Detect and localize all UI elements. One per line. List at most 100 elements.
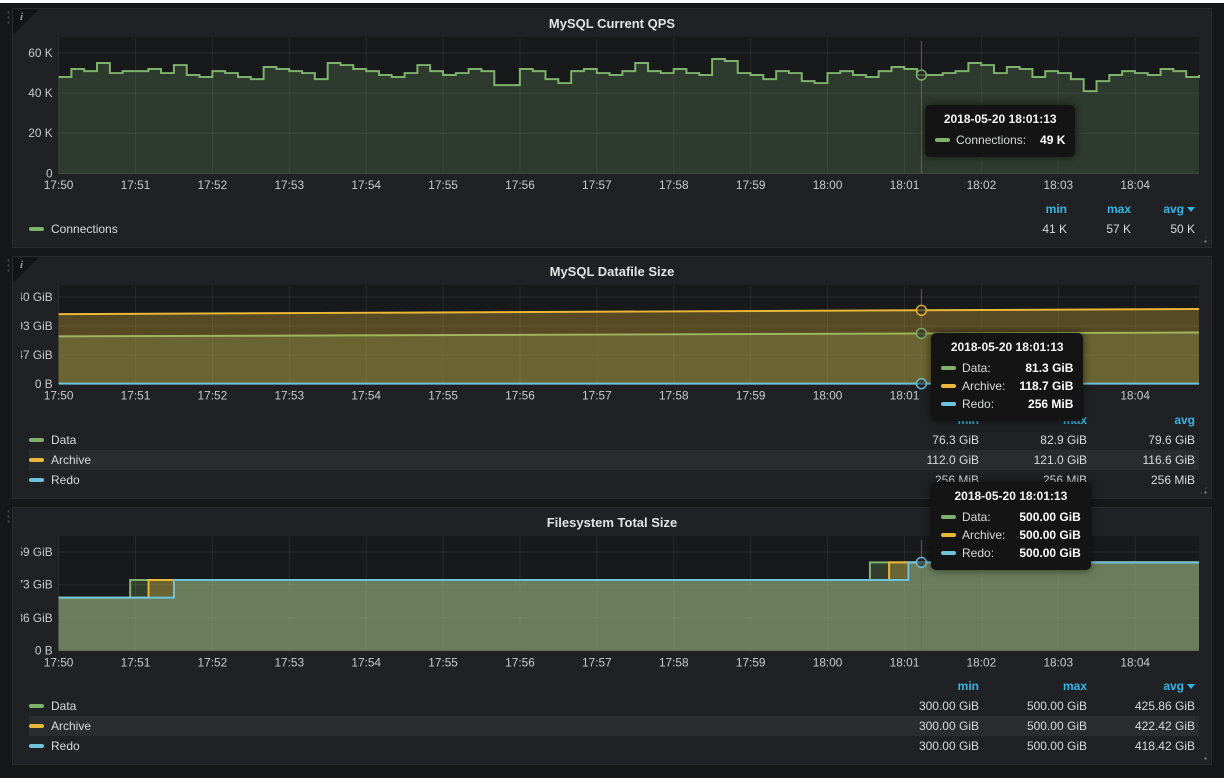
panel-title[interactable]: MySQL Current QPS	[21, 13, 1203, 37]
grafana-dashboard: ⋮ i MySQL Current QPS 17:5017:5117:5217:…	[0, 3, 1224, 778]
x-tick-label: 17:51	[121, 655, 151, 669]
chart-plot[interactable]: 17:5017:5117:5217:5317:5417:5517:5617:57…	[21, 37, 1203, 195]
legend-row: Data76.3 GiB82.9 GiB79.6 GiB	[29, 430, 1199, 450]
x-tick-label: 17:56	[505, 655, 535, 669]
legend-stat-avg: 425.86 GiB	[1091, 699, 1199, 713]
x-tick-label: 17:57	[582, 389, 612, 403]
legend-stat-min: 256 MiB	[875, 473, 983, 487]
legend-row: Archive 300.00 GiB500.00 GiB422.42 GiB	[29, 716, 1199, 736]
x-tick-label: 17:52	[198, 178, 228, 192]
x-tick-label: 17:59	[736, 178, 766, 192]
legend-item-label: Connections	[51, 222, 118, 236]
chart-plot[interactable]: 17:5017:5117:5217:5317:5417:5517:5617:57…	[21, 536, 1203, 672]
x-tick-label: 18:04	[1120, 178, 1150, 192]
y-tick-label: 60 K	[28, 46, 52, 60]
legend-sort-header-min[interactable]: min	[1007, 202, 1071, 216]
legend-stats-header: minmaxavg	[29, 199, 1199, 219]
y-tick-label: 20 K	[28, 126, 52, 140]
panel-mysql-datafile-size: ⋮ i MySQL Datafile Size 17:5017:5117:521…	[12, 256, 1212, 499]
legend-item-label: Data	[51, 433, 76, 447]
legend-color-swatch-icon	[29, 724, 44, 728]
chart-plot[interactable]: 17:5017:5117:5217:5317:5417:5517:5617:57…	[21, 285, 1203, 406]
x-tick-label: 17:52	[198, 655, 228, 669]
legend-stat-max: 500.00 GiB	[983, 719, 1091, 733]
panel-drag-handle-icon[interactable]: ⋮	[1, 13, 11, 22]
x-tick-label: 18:02	[967, 655, 997, 669]
x-tick-label: 17:55	[428, 178, 458, 192]
x-tick-label: 17:54	[351, 178, 381, 192]
legend-stat-min: 300.00 GiB	[875, 719, 983, 733]
y-tick-label: 373 GiB	[21, 577, 53, 591]
filesystem-legend: minmaxavg Data300.00 GiB500.00 GiB425.86 …	[21, 674, 1203, 760]
y-tick-label: 140 GiB	[21, 290, 53, 304]
panel-info-icon[interactable]: i	[13, 9, 39, 35]
y-tick-label: 186 GiB	[21, 610, 53, 624]
legend-item-archive[interactable]: Archive	[29, 453, 875, 467]
x-tick-label: 17:53	[274, 178, 304, 192]
panel-filesystem-total-size: ⋮ Filesystem Total Size 17:5017:5117:521…	[12, 507, 1212, 765]
legend-sort-header-avg[interactable]: avg	[1091, 679, 1199, 693]
legend-stats-header: minmaxavg	[29, 410, 1199, 430]
y-tick-label: 47 GiB	[21, 348, 53, 362]
legend-stat-max: 256 MiB	[983, 473, 1091, 487]
filesystem-chart[interactable]: 17:5017:5117:5217:5317:5417:5517:5617:57…	[21, 536, 1203, 672]
legend-item-redo[interactable]: Redo	[29, 473, 875, 487]
legend-sort-header-avg[interactable]: avg	[1091, 413, 1199, 427]
legend-sort-header-max[interactable]: max	[1071, 202, 1135, 216]
legend-sort-header-max[interactable]: max	[983, 679, 1091, 693]
y-tick-label: 559 GiB	[21, 545, 53, 559]
x-tick-label: 17:53	[274, 655, 304, 669]
x-tick-label: 17:52	[198, 389, 228, 403]
x-tick-label: 18:00	[813, 178, 843, 192]
x-tick-label: 18:00	[813, 655, 843, 669]
x-tick-label: 17:55	[428, 389, 458, 403]
legend-stat-avg: 50 K	[1135, 222, 1199, 236]
legend-item-data[interactable]: Data	[29, 699, 875, 713]
legend-item-label: Archive	[51, 719, 91, 733]
legend-row: Connections41 K57 K50 K	[29, 219, 1199, 239]
legend-color-swatch-icon	[29, 704, 44, 708]
panel-title[interactable]: MySQL Datafile Size	[21, 261, 1203, 285]
x-tick-label: 17:51	[121, 389, 151, 403]
x-tick-label: 17:56	[505, 178, 535, 192]
legend-sort-header-max[interactable]: max	[983, 413, 1091, 427]
legend-item-label: Redo	[51, 473, 80, 487]
legend-row: Redo300.00 GiB500.00 GiB418.42 GiB	[29, 736, 1199, 756]
qps-legend: minmaxavgConnections41 K57 K50 K	[21, 197, 1203, 243]
legend-stat-avg: 418.42 GiB	[1091, 739, 1199, 753]
legend-sort-header-avg[interactable]: avg	[1135, 202, 1199, 216]
datafile-legend: minmaxavgData76.3 GiB82.9 GiB79.6 GiBArc…	[21, 408, 1203, 494]
sort-caret-icon	[1187, 684, 1195, 689]
legend-color-swatch-icon	[29, 478, 44, 482]
legend-item-data[interactable]: Data	[29, 433, 875, 447]
x-tick-label: 18:01	[890, 389, 920, 403]
panel-title[interactable]: Filesystem Total Size	[21, 512, 1203, 536]
datafile-chart[interactable]: 17:5017:5117:5217:5317:5417:5517:5617:57…	[21, 285, 1203, 406]
x-tick-label: 17:51	[121, 178, 151, 192]
legend-item-connections[interactable]: Connections	[29, 222, 1007, 236]
y-tick-label: 0 B	[35, 643, 53, 657]
legend-item-redo[interactable]: Redo	[29, 739, 875, 753]
legend-row: Redo256 MiB256 MiB256 MiB	[29, 470, 1199, 490]
legend-sort-header-min[interactable]: min	[875, 413, 983, 427]
x-tick-label: 17:56	[505, 389, 535, 403]
x-tick-label: 18:03	[1043, 389, 1073, 403]
panel-info-icon[interactable]: i	[13, 257, 39, 283]
panel-drag-handle-icon[interactable]: ⋮	[1, 261, 11, 270]
x-tick-label: 17:57	[582, 655, 612, 669]
x-tick-label: 17:57	[582, 178, 612, 192]
legend-color-swatch-icon	[29, 438, 44, 442]
legend-stat-avg: 79.6 GiB	[1091, 433, 1199, 447]
legend-item-archive[interactable]: Archive	[29, 719, 875, 733]
sort-caret-icon	[1187, 207, 1195, 212]
x-tick-label: 17:58	[659, 178, 689, 192]
legend-sort-header-min[interactable]: min	[875, 679, 983, 693]
legend-stat-max: 500.00 GiB	[983, 699, 1091, 713]
y-tick-label: 0 B	[35, 377, 53, 391]
qps-chart[interactable]: 17:5017:5117:5217:5317:5417:5517:5617:57…	[21, 37, 1203, 195]
x-tick-label: 18:04	[1120, 655, 1150, 669]
legend-color-swatch-icon	[29, 744, 44, 748]
x-tick-label: 17:54	[351, 655, 381, 669]
legend-stat-avg: 422.42 GiB	[1091, 719, 1199, 733]
panel-drag-handle-icon[interactable]: ⋮	[1, 512, 11, 521]
